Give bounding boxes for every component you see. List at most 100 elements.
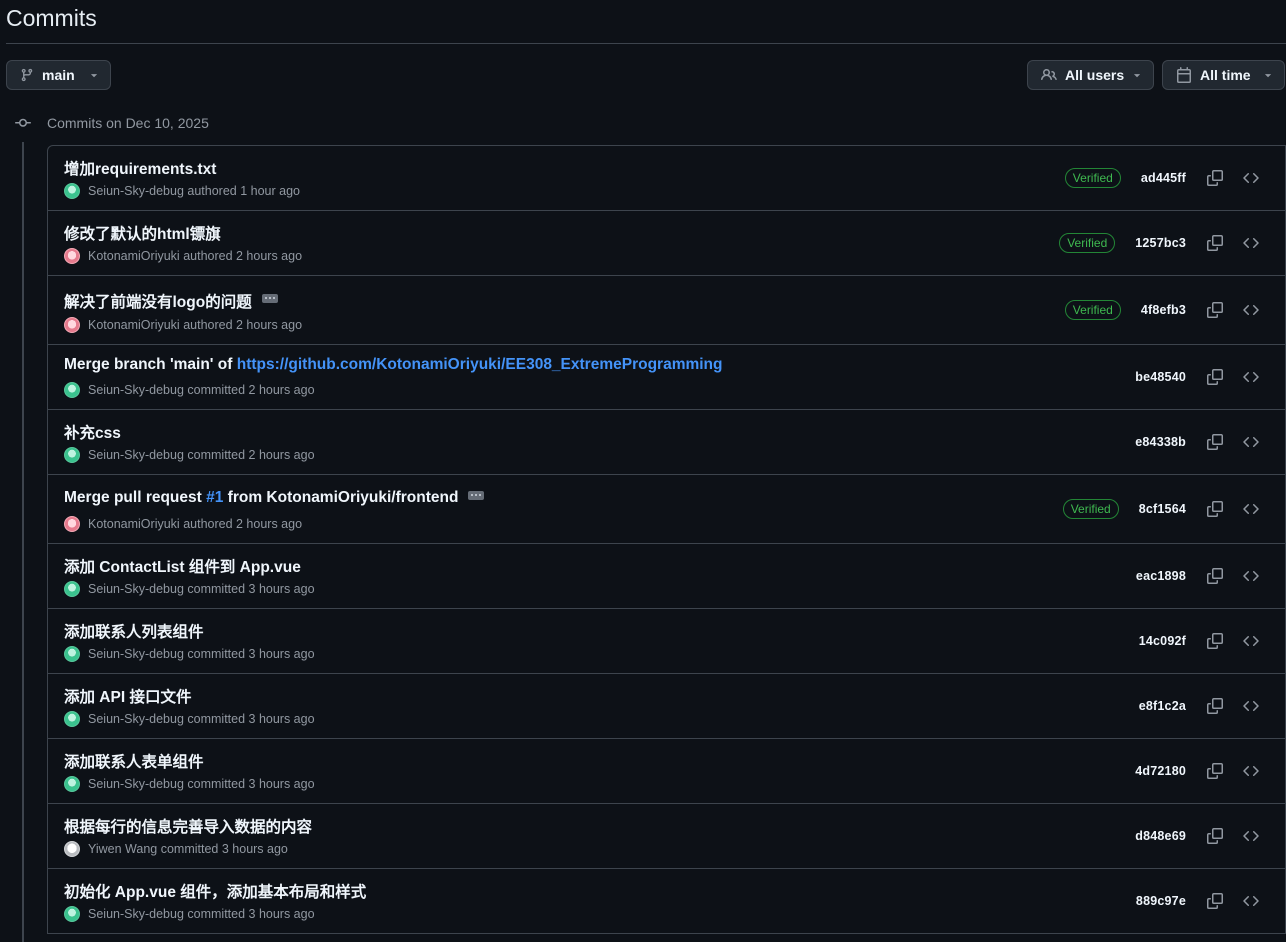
avatar[interactable] [64,183,80,199]
commit-sha-link[interactable]: ad445ff [1141,171,1186,185]
time-filter-label: All time [1200,67,1251,83]
commit-message-link[interactable]: https://github.com/KotonamiOriyuki/EE308… [237,356,723,374]
caret-down-icon [1263,70,1273,80]
commit-message[interactable]: 添加联系人表单组件 [64,750,204,772]
copy-icon[interactable] [1201,757,1229,785]
commit-message[interactable]: 增加requirements.txt [64,157,216,179]
commit-group-date: Commits on Dec 10, 2025 [47,115,209,131]
commit-meta: KotonamiOriyuki authored 2 hours ago [64,317,302,333]
avatar[interactable] [64,248,80,264]
commit-message[interactable]: 修改了默认的html镖旗 [64,222,221,244]
avatar[interactable] [64,711,80,727]
code-icon[interactable] [1237,757,1265,785]
verified-badge[interactable]: Verified [1064,300,1121,320]
commit-message[interactable]: 补充css [64,421,121,443]
commit-sha-link[interactable]: 889c97e [1136,894,1186,908]
commit-message-prefix[interactable]: Merge pull request [64,489,206,507]
code-icon[interactable] [1237,229,1265,257]
commit-author[interactable]: Seiun-Sky-debug [88,777,184,791]
code-icon[interactable] [1237,627,1265,655]
commit-message-suffix[interactable]: from KotonamiOriyuki/frontend [223,489,459,507]
commit-author[interactable]: KotonamiOriyuki [88,318,180,332]
code-icon[interactable] [1237,887,1265,915]
copy-icon[interactable] [1201,887,1229,915]
git-commit-icon [12,115,34,131]
copy-icon[interactable] [1201,692,1229,720]
commit-sha-link[interactable]: 4d72180 [1135,764,1186,778]
commit-sha-link[interactable]: d848e69 [1135,829,1186,843]
commit-author[interactable]: Seiun-Sky-debug [88,712,184,726]
commit-sha-link[interactable]: 1257bc3 [1135,236,1186,250]
commit-message[interactable]: 添加 API 接口文件 [64,685,191,707]
commit-author[interactable]: Seiun-Sky-debug [88,184,184,198]
ellipsis-icon[interactable] [261,293,278,303]
commit-sha-link[interactable]: e8f1c2a [1139,699,1186,713]
commit-meta: Seiun-Sky-debug committed 2 hours ago [64,382,315,398]
copy-icon[interactable] [1201,363,1229,391]
verified-badge[interactable]: Verified [1059,233,1116,253]
commit-author[interactable]: Seiun-Sky-debug [88,582,184,596]
avatar[interactable] [64,776,80,792]
commit-message-link[interactable]: #1 [206,489,223,507]
code-icon[interactable] [1237,296,1265,324]
copy-icon[interactable] [1201,296,1229,324]
commit-message[interactable]: 添加联系人列表组件 [64,620,204,642]
commit-sha-link[interactable]: eac1898 [1136,569,1186,583]
avatar[interactable] [64,581,80,597]
commit-author[interactable]: Seiun-Sky-debug [88,383,184,397]
copy-icon[interactable] [1201,229,1229,257]
copy-icon[interactable] [1201,627,1229,655]
commit-actions: 889c97e [1136,869,1285,933]
commit-sha-link[interactable]: be48540 [1135,370,1186,384]
avatar[interactable] [64,382,80,398]
caret-down-icon [89,70,99,80]
time-filter-button[interactable]: All time [1162,60,1285,90]
copy-icon[interactable] [1201,562,1229,590]
commit-title: 初始化 App.vue 组件，添加基本布局和样式 [64,880,366,902]
avatar[interactable] [64,317,80,333]
avatar[interactable] [64,447,80,463]
code-icon[interactable] [1237,428,1265,456]
avatar[interactable] [64,906,80,922]
copy-icon[interactable] [1201,428,1229,456]
copy-icon[interactable] [1201,822,1229,850]
commit-message[interactable]: 添加 ContactList 组件到 App.vue [64,555,301,577]
code-icon[interactable] [1237,822,1265,850]
commit-sha-link[interactable]: 4f8efb3 [1141,303,1186,317]
commit-message[interactable]: 解决了前端没有logo的问题 [64,290,252,312]
verified-badge[interactable]: Verified [1062,499,1119,519]
users-filter-button[interactable]: All users [1027,60,1154,90]
ellipsis-icon[interactable] [468,490,485,500]
copy-icon[interactable] [1201,164,1229,192]
commit-message-prefix[interactable]: Merge branch 'main' of [64,356,237,374]
code-icon[interactable] [1237,562,1265,590]
commit-actions: Verified 4f8efb3 [1064,276,1285,344]
commit-message[interactable]: 根据每行的信息完善导入数据的内容 [64,815,312,837]
code-icon[interactable] [1237,692,1265,720]
code-icon[interactable] [1237,363,1265,391]
avatar[interactable] [64,841,80,857]
commit-sha-link[interactable]: e84338b [1135,435,1186,449]
branch-selector-button[interactable]: main [6,60,111,90]
commit-author[interactable]: KotonamiOriyuki [88,517,180,531]
commit-author[interactable]: Seiun-Sky-debug [88,647,184,661]
commit-message[interactable]: 初始化 App.vue 组件，添加基本布局和样式 [64,880,366,902]
commit-actions: be48540 [1135,345,1285,409]
commit-author[interactable]: KotonamiOriyuki [88,249,180,263]
commit-author[interactable]: Seiun-Sky-debug [88,448,184,462]
commit-actions: 14c092f [1139,609,1285,673]
code-icon[interactable] [1237,495,1265,523]
avatar[interactable] [64,516,80,532]
verified-badge[interactable]: Verified [1064,168,1121,188]
commit-author[interactable]: Yiwen Wang [88,842,157,856]
commit-title: 添加联系人列表组件 [64,620,204,642]
code-icon[interactable] [1237,164,1265,192]
commit-sha-link[interactable]: 14c092f [1139,634,1186,648]
commit-action-time: committed 3 hours ago [187,777,315,791]
copy-icon[interactable] [1201,495,1229,523]
commit-author[interactable]: Seiun-Sky-debug [88,907,184,921]
commit-action-time: committed 3 hours ago [187,647,315,661]
avatar[interactable] [64,646,80,662]
commit-sha-link[interactable]: 8cf1564 [1139,502,1186,516]
commit-row: 添加 API 接口文件 Seiun-Sky-debug committed 3 … [48,674,1285,739]
